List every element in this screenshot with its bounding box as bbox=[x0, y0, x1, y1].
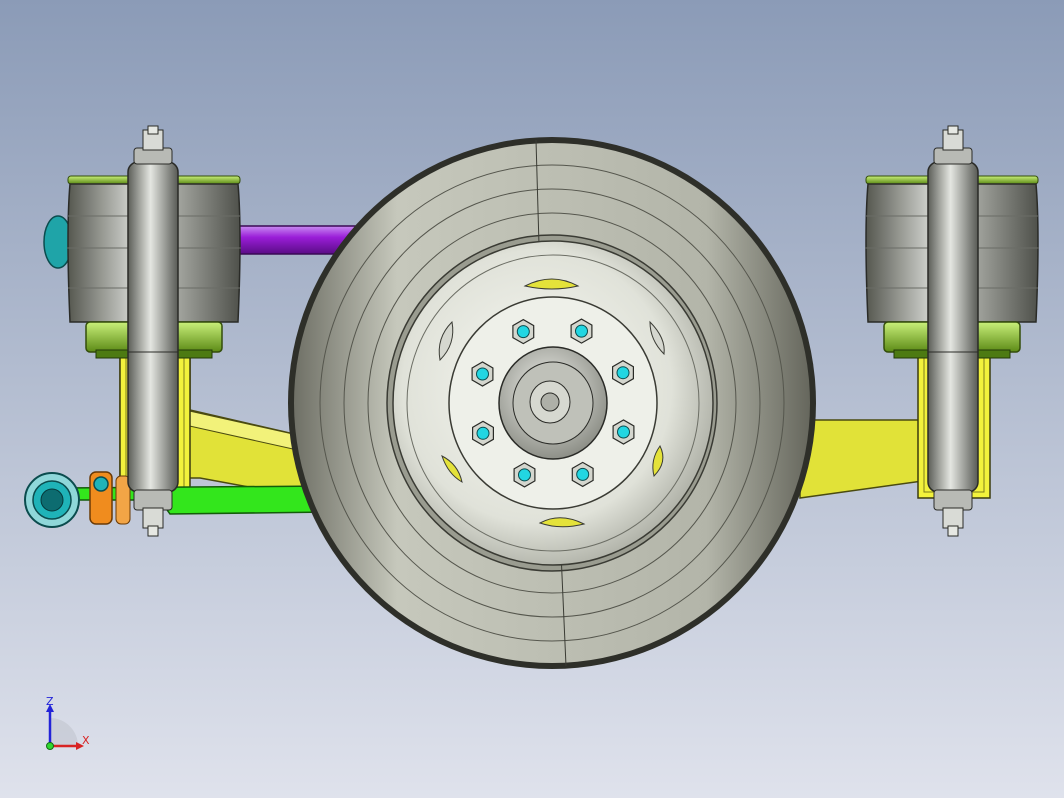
lug-nut-stud bbox=[476, 426, 490, 440]
left-shock-bottom-nut bbox=[147, 525, 159, 537]
left-shock-bottom-mount bbox=[133, 489, 173, 511]
x-axis-label: X bbox=[82, 734, 90, 747]
suspension-assembly-render[interactable] bbox=[0, 0, 1064, 798]
lug-nut-stud bbox=[516, 325, 530, 339]
right-shock-absorber bbox=[927, 161, 979, 493]
right-shock-top-nut bbox=[947, 125, 959, 135]
right-shock-bottom-mount bbox=[933, 489, 973, 511]
right-shock-bottom-nut bbox=[947, 525, 959, 537]
triad-plane bbox=[50, 718, 78, 746]
lug-nut-stud bbox=[617, 425, 630, 439]
lug-nut-stud bbox=[616, 366, 630, 380]
left-shock-top-nut bbox=[147, 125, 159, 135]
hub-spindle bbox=[540, 392, 560, 412]
right-shock-bottom-stud bbox=[942, 507, 964, 529]
lug-nut-stud bbox=[575, 324, 588, 338]
lug-nut-stud bbox=[518, 468, 531, 482]
left-shock-absorber bbox=[127, 161, 179, 493]
wheel-hub bbox=[498, 346, 608, 460]
y-axis-origin bbox=[46, 742, 54, 750]
coordinate-triad: Z X bbox=[38, 696, 98, 758]
clamp-bolt bbox=[93, 476, 109, 492]
cad-viewport[interactable]: Z X bbox=[0, 0, 1064, 798]
bushing-eye-core bbox=[40, 488, 64, 512]
lug-nut-stud bbox=[476, 367, 489, 381]
left-shock-bottom-stud bbox=[142, 507, 164, 529]
lug-nut-stud bbox=[576, 467, 590, 481]
z-axis-label: Z bbox=[46, 695, 54, 708]
